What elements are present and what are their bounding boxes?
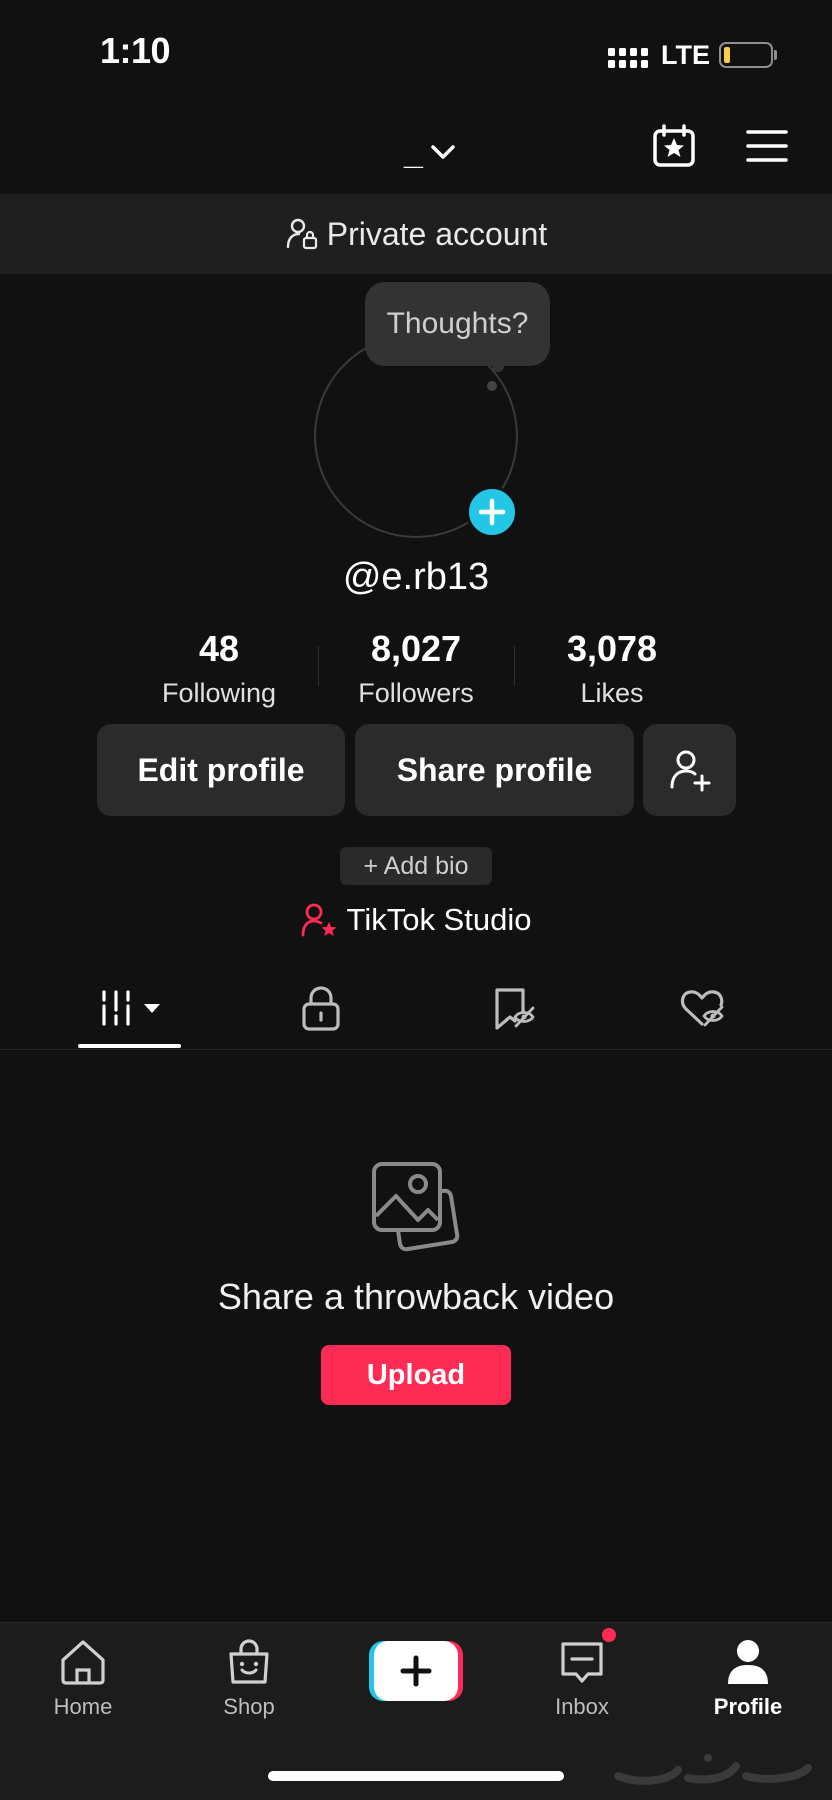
nav-label: Profile (713, 1694, 783, 1719)
notification-dot (600, 1626, 618, 1644)
profile-handle: @e.rb13 (342, 556, 490, 598)
photos-icon (372, 1162, 460, 1252)
profile-icon (728, 1640, 768, 1684)
stat-following[interactable]: 48 Following (129, 628, 309, 709)
account-switcher[interactable]: _ (404, 128, 459, 172)
create-plus-icon[interactable] (369, 1641, 463, 1701)
calendar-star-icon[interactable] (650, 122, 698, 170)
nav-label: Inbox (555, 1694, 609, 1719)
lock-icon[interactable] (296, 984, 346, 1032)
private-account-label: Private account (326, 215, 548, 252)
add-bio-button[interactable]: + Add bio (340, 847, 492, 885)
private-account-banner[interactable]: Private account (0, 194, 832, 274)
tiktok-studio-link[interactable]: TikTok Studio (0, 902, 832, 938)
add-friend-button[interactable] (643, 724, 736, 816)
home-indicator (268, 1771, 564, 1781)
active-tab-indicator (78, 1044, 181, 1048)
person-lock-icon (286, 218, 317, 250)
thought-bubble-tail (492, 360, 504, 372)
stat-label: Followers (358, 678, 474, 708)
upload-button[interactable]: Upload (321, 1345, 511, 1405)
status-time: 1:10 (100, 30, 171, 71)
edit-profile-button[interactable]: Edit profile (97, 724, 345, 816)
network-type: LTE (661, 40, 710, 70)
stat-value: 8,027 (370, 628, 462, 669)
nav-label: Shop (223, 1694, 275, 1719)
shop-bag-icon (229, 1639, 269, 1684)
stat-label: Following (161, 678, 277, 708)
nav-home[interactable]: Home (23, 1636, 143, 1720)
stat-divider (318, 646, 319, 686)
stat-value: 48 (198, 628, 240, 669)
heart-hidden-icon[interactable] (678, 984, 728, 1032)
home-icon (61, 1640, 105, 1685)
person-star-icon (301, 903, 337, 937)
stat-label: Likes (580, 678, 644, 708)
thought-bubble-dot (487, 381, 497, 391)
grid-dropdown-icon[interactable] (100, 984, 164, 1032)
nav-profile[interactable]: Profile (688, 1636, 808, 1720)
nav-shop[interactable]: Shop (189, 1636, 309, 1720)
share-profile-button[interactable]: Share profile (355, 724, 634, 816)
nav-label: Home (53, 1694, 113, 1719)
tabs-divider (0, 1049, 832, 1050)
plus-icon (478, 498, 506, 526)
stat-divider (514, 646, 515, 686)
tiktok-studio-label: TikTok Studio (346, 902, 532, 937)
stat-value: 3,078 (566, 628, 658, 669)
add-avatar-button[interactable] (466, 486, 518, 538)
hamburger-menu-icon[interactable] (746, 128, 788, 164)
stat-likes[interactable]: 3,078 Likes (522, 628, 702, 709)
signal-icon (608, 48, 648, 68)
inbox-icon (561, 1642, 603, 1683)
battery-tip (774, 50, 777, 60)
battery-icon (719, 42, 773, 68)
nav-inbox[interactable]: Inbox (522, 1636, 642, 1720)
username-short: _ (404, 134, 423, 172)
bookmark-hidden-icon[interactable] (489, 984, 539, 1032)
person-add-icon (670, 750, 710, 792)
empty-state-title: Share a throwback video (217, 1276, 615, 1317)
thought-bubble[interactable]: Thoughts? (365, 282, 550, 366)
watermark-logo (614, 1754, 812, 1785)
chevron-down-icon (431, 145, 455, 159)
stat-followers[interactable]: 8,027 Followers (326, 628, 506, 709)
